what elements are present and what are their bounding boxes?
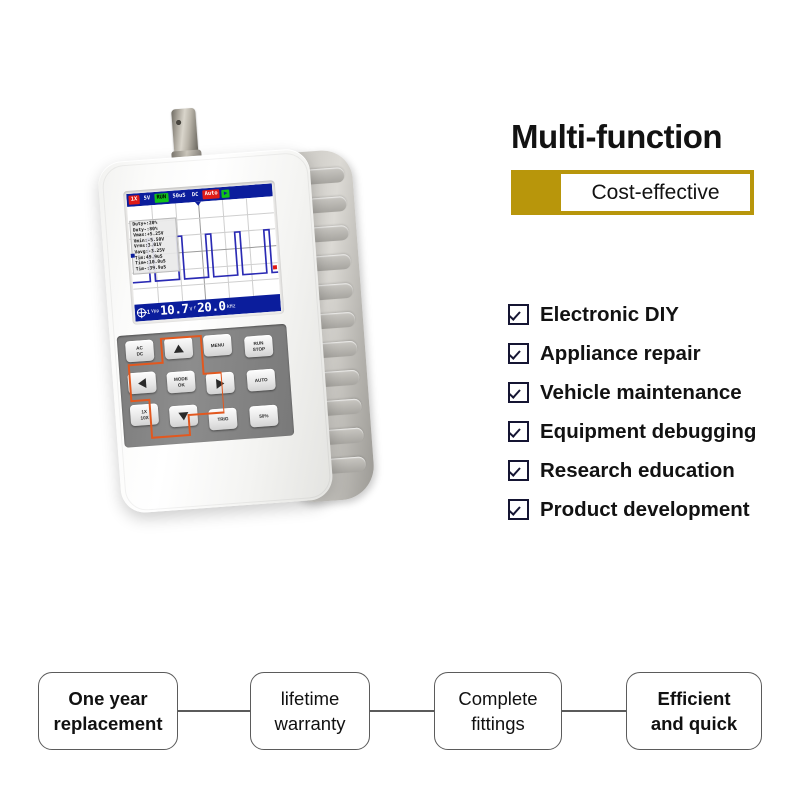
feature-list: Electronic DIY Appliance repair Vehicle …: [508, 298, 798, 532]
feature-label: Appliance repair: [540, 341, 701, 365]
checkbox-checked-icon[interactable]: [508, 499, 529, 520]
menu-label: MENU: [210, 342, 225, 349]
trigger-position-marker[interactable]: [194, 201, 202, 206]
menu-button[interactable]: MENU: [202, 333, 233, 357]
cost-effective-badge: Cost-effective: [511, 170, 754, 215]
feature-label: Vehicle maintenance: [540, 380, 742, 404]
feature-label: Equipment debugging: [540, 419, 757, 443]
list-item: Equipment debugging: [508, 415, 798, 448]
channel-number: 1: [146, 309, 151, 316]
checkbox-checked-icon[interactable]: [508, 460, 529, 481]
trigger-mode-badge[interactable]: Auto: [202, 189, 221, 200]
service-line-1: One year: [68, 688, 148, 709]
time-per-div-label[interactable]: 50uS: [170, 192, 188, 202]
feature-label: Electronic DIY: [540, 302, 679, 326]
ok-label: OK: [177, 381, 185, 388]
volts-per-div-label[interactable]: 5V: [141, 194, 152, 203]
checkbox-checked-icon[interactable]: [508, 304, 529, 325]
cursor-crosshair-icon[interactable]: [136, 307, 147, 318]
trigger-level-marker[interactable]: [272, 265, 278, 270]
auto-button[interactable]: AUTO: [246, 368, 276, 392]
service-line-2: fittings: [471, 713, 525, 734]
down-button[interactable]: [168, 404, 199, 428]
feature-label: Research education: [540, 458, 735, 482]
right-button[interactable]: [205, 371, 236, 395]
feature-label: Product development: [540, 497, 750, 521]
run-stop-button[interactable]: RUN STOP: [243, 334, 274, 358]
checkbox-checked-icon[interactable]: [508, 421, 529, 442]
list-item: Product development: [508, 493, 798, 526]
channel-ground-marker[interactable]: [130, 253, 135, 258]
screen-bezel: 1X 5V RUN 50uS DC Auto ▶ Duty+:20% Duty-…: [122, 180, 285, 325]
keypad: AC DC MENU RUN STOP MODE OK AUTO 1X 10X …: [116, 323, 295, 448]
service-box-warranty: lifetime warranty: [250, 672, 370, 750]
service-box-efficient: Efficient and quick: [626, 672, 762, 750]
arrow-up-icon: [173, 343, 184, 353]
fifty-percent-label: 50%: [259, 413, 269, 419]
service-box-replacement: One year replacement: [38, 672, 178, 750]
frequency-label: f: [193, 306, 197, 312]
fifty-percent-button[interactable]: 50%: [249, 404, 279, 428]
list-item: Research education: [508, 454, 798, 487]
list-item: Appliance repair: [508, 337, 798, 370]
service-line-2: warranty: [274, 713, 346, 734]
oscilloscope-product-image: 1X 5V RUN 50uS DC Auto ▶ Duty+:20% Duty-…: [90, 95, 390, 525]
frequency-value: 20.0: [196, 298, 227, 316]
service-guarantee-row: One year replacement lifetime warranty C…: [38, 672, 762, 757]
measurement-panel: Duty+:20% Duty-:80% Vmax:+5.25V Vmin:-5.…: [129, 217, 181, 276]
ac-dc-line2: DC: [136, 350, 144, 357]
battery-icon: ▶: [221, 188, 230, 198]
checkbox-checked-icon[interactable]: [508, 382, 529, 403]
coupling-mode-label[interactable]: DC: [189, 191, 200, 200]
service-line-2: and quick: [650, 713, 738, 734]
checkbox-checked-icon[interactable]: [508, 343, 529, 364]
up-button[interactable]: [163, 336, 194, 360]
vpp-unit: V: [189, 305, 193, 313]
service-line-2: replacement: [53, 713, 163, 734]
vpp-label: Vpp: [151, 308, 160, 315]
run-status-badge[interactable]: RUN: [154, 193, 169, 203]
mode-ok-button[interactable]: MODE OK: [166, 370, 196, 394]
attenuation-button[interactable]: 1X 10X: [129, 403, 160, 427]
waveform-plot-area[interactable]: Duty+:20% Duty-:80% Vmax:+5.25V Vmin:-5.…: [127, 196, 280, 305]
list-item: Electronic DIY: [508, 298, 798, 331]
page-title: Multi-function: [511, 118, 723, 155]
arrow-right-icon: [215, 377, 225, 389]
cost-effective-label: Cost-effective: [561, 174, 750, 211]
trig-button[interactable]: TRIG: [208, 407, 238, 431]
stop-label: STOP: [252, 345, 266, 352]
service-line-1: Complete: [458, 688, 538, 709]
arrow-left-icon: [137, 377, 147, 389]
probe-attenuation-badge[interactable]: 1X: [128, 195, 140, 205]
att-10x-label: 10X: [140, 414, 149, 421]
connector-line: [562, 710, 626, 712]
trig-label: TRIG: [217, 415, 229, 422]
oscilloscope-screen[interactable]: 1X 5V RUN 50uS DC Auto ▶ Duty+:20% Duty-…: [126, 183, 282, 322]
connector-line: [178, 710, 250, 712]
service-line-1: lifetime: [280, 688, 340, 709]
auto-label: AUTO: [254, 376, 268, 383]
vpp-value: 10.7: [159, 301, 190, 319]
list-item: Vehicle maintenance: [508, 376, 798, 409]
service-line-1: Efficient: [657, 688, 731, 709]
arrow-down-icon: [178, 411, 189, 421]
ac-dc-button[interactable]: AC DC: [124, 339, 155, 363]
connector-line: [370, 710, 434, 712]
service-box-fittings: Complete fittings: [434, 672, 562, 750]
left-button[interactable]: [127, 371, 157, 395]
frequency-unit: kHz: [226, 302, 236, 310]
